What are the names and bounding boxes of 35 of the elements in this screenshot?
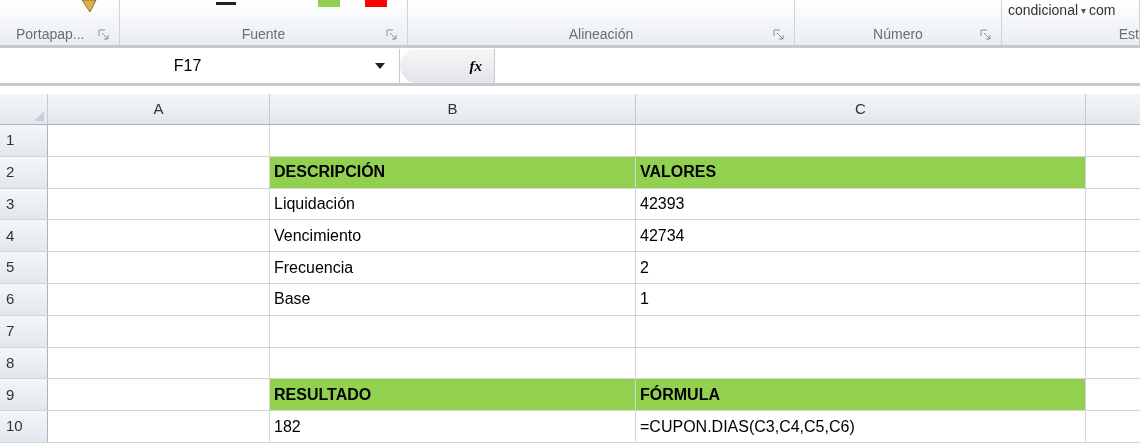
group-label: Fuente xyxy=(241,26,286,42)
table-cell: VALORES xyxy=(636,156,1086,188)
ribbon-button-label[interactable]: condicional xyxy=(1008,0,1079,21)
group-label: Est xyxy=(1118,26,1139,42)
name-box[interactable]: F17 xyxy=(0,49,400,83)
dialog-launcher-icon[interactable] xyxy=(980,29,991,40)
font-color-icon[interactable] xyxy=(365,0,387,7)
column-header[interactable]: A xyxy=(48,94,270,124)
dialog-launcher-icon[interactable] xyxy=(386,29,397,40)
row-header[interactable]: 3 xyxy=(0,188,48,220)
ribbon-button-label[interactable]: com xyxy=(1089,0,1116,21)
dialog-launcher-icon[interactable] xyxy=(773,29,784,40)
insert-function-button[interactable]: fx xyxy=(469,54,482,78)
table-cell: FÓRMULA xyxy=(636,379,1086,411)
caret-icon[interactable]: ▾ xyxy=(1081,3,1087,18)
column-header[interactable]: C xyxy=(636,94,1086,124)
fill-color-icon[interactable] xyxy=(318,0,340,7)
dropdown-arrow-icon[interactable] xyxy=(375,63,385,69)
corner-triangle-icon xyxy=(34,111,44,121)
column-header[interactable]: B xyxy=(270,94,636,124)
row-header[interactable]: 8 xyxy=(0,347,48,379)
row-header[interactable]: 1 xyxy=(0,125,48,156)
row-header[interactable]: 6 xyxy=(0,284,48,315)
row-header[interactable]: 2 xyxy=(0,156,48,188)
group-label: Número xyxy=(873,26,923,42)
row-header[interactable]: 7 xyxy=(0,315,48,347)
group-label: Portapap... xyxy=(16,26,85,42)
row-header[interactable]: 4 xyxy=(0,220,48,252)
row-header[interactable]: 9 xyxy=(0,379,48,411)
table-cell: RESULTADO xyxy=(270,379,636,411)
row-header[interactable]: 10 xyxy=(0,411,48,442)
row-header[interactable]: 5 xyxy=(0,252,48,283)
group-label: Alineación xyxy=(568,26,634,42)
table-cell: DESCRIPCIÓN xyxy=(270,156,636,188)
dialog-launcher-icon[interactable] xyxy=(98,29,109,40)
